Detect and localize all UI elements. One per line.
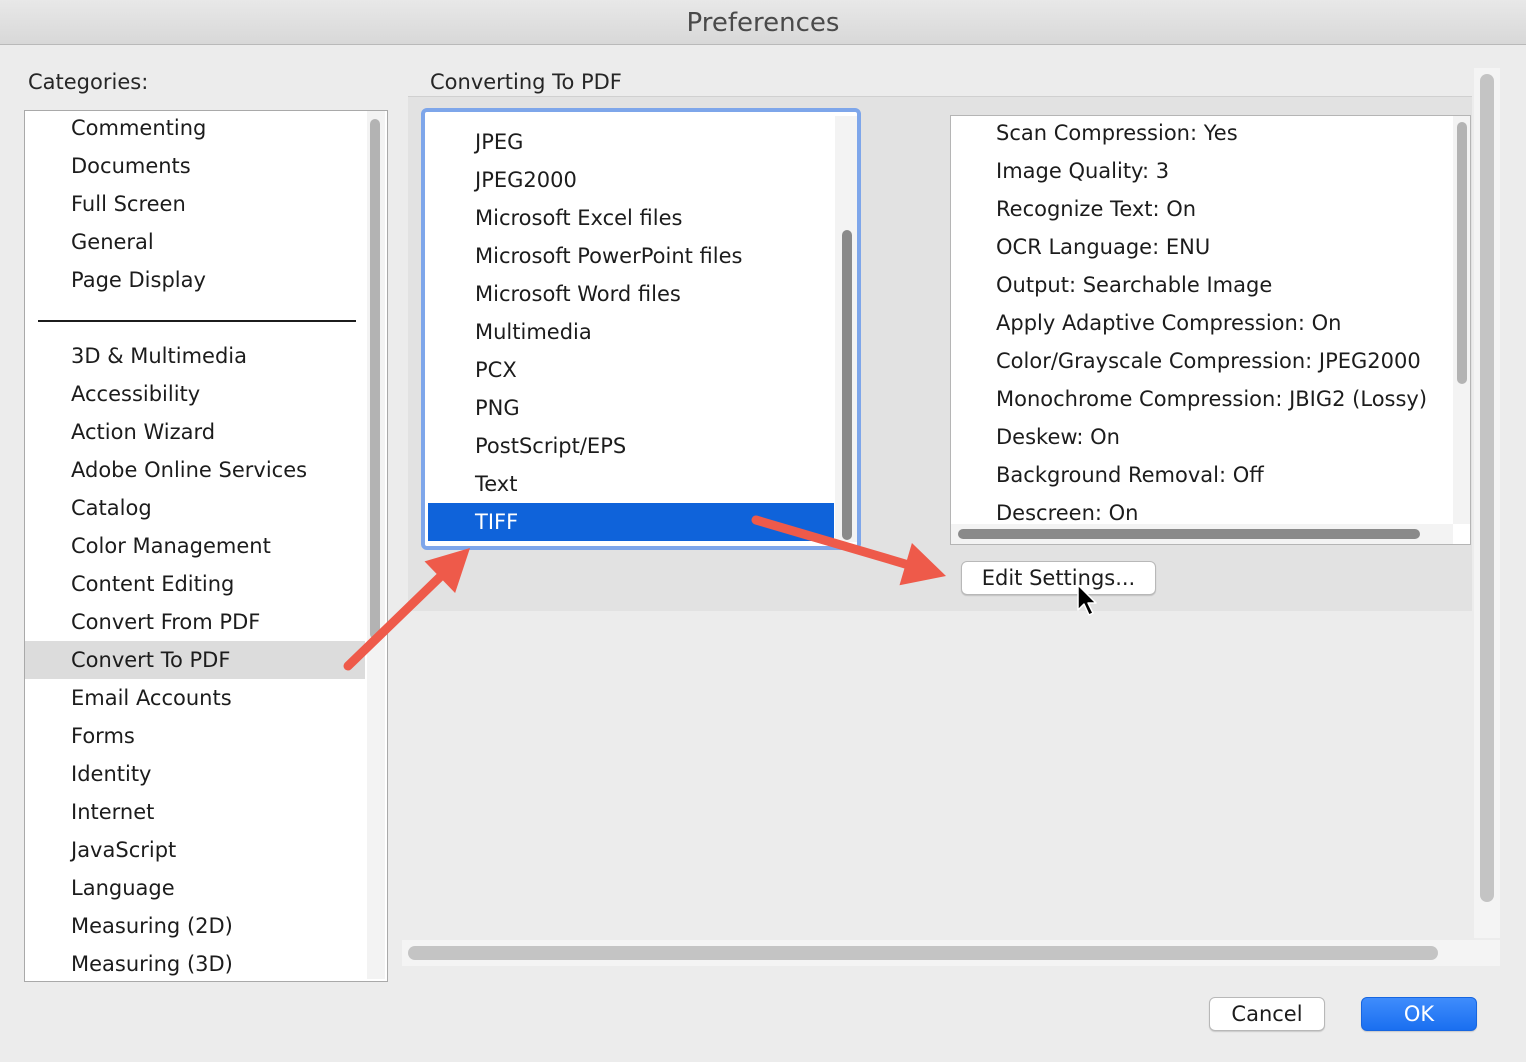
setting-summary-item: Background Removal: Off: [996, 463, 1264, 487]
category-item[interactable]: Action Wizard: [25, 413, 365, 451]
format-item[interactable]: Text: [428, 465, 834, 503]
format-scrollbar-thumb[interactable]: [842, 230, 852, 540]
ok-button[interactable]: OK: [1361, 997, 1477, 1031]
format-item[interactable]: PNG: [428, 389, 834, 427]
format-item[interactable]: Multimedia: [428, 313, 834, 351]
format-item[interactable]: Microsoft Excel files: [428, 199, 834, 237]
category-item[interactable]: Language: [25, 869, 365, 907]
settings-vertical-scrollbar[interactable]: [1453, 116, 1470, 524]
panel-vertical-scrollbar-thumb[interactable]: [1480, 74, 1494, 902]
category-item[interactable]: Commenting: [25, 111, 365, 147]
category-item[interactable]: JavaScript: [25, 831, 365, 869]
category-item[interactable]: Measuring (2D): [25, 907, 365, 945]
settings-horizontal-scrollbar[interactable]: [951, 524, 1453, 544]
format-item[interactable]: Microsoft PowerPoint files: [428, 237, 834, 275]
setting-summary-item: Scan Compression: Yes: [996, 121, 1238, 145]
category-item[interactable]: Measuring (3D): [25, 945, 365, 981]
panel-empty-area: [408, 611, 1472, 941]
categories-scrollbar[interactable]: [367, 111, 385, 979]
category-item[interactable]: Email Accounts: [25, 679, 365, 717]
settings-summary-list[interactable]: Scan Compression: Yes Image Quality: 3 Rec…: [950, 115, 1471, 545]
format-scrollbar[interactable]: [835, 116, 857, 542]
format-item[interactable]: PostScript/EPS: [428, 427, 834, 465]
category-item[interactable]: Forms: [25, 717, 365, 755]
format-item[interactable]: JPEG: [428, 123, 834, 161]
setting-summary-item: Apply Adaptive Compression: On: [996, 311, 1342, 335]
category-item[interactable]: Convert To PDF: [25, 641, 365, 679]
categories-list[interactable]: Commenting Documents Full Screen General Pag…: [24, 110, 388, 982]
category-item[interactable]: Documents: [25, 147, 365, 185]
format-item[interactable]: TIFF: [428, 503, 834, 541]
format-item[interactable]: PCX: [428, 351, 834, 389]
category-item[interactable]: 3D & Multimedia: [25, 337, 365, 375]
setting-summary-item: Deskew: On: [996, 425, 1120, 449]
category-item[interactable]: Identity: [25, 755, 365, 793]
setting-summary-item: Image Quality: 3: [996, 159, 1170, 183]
category-item[interactable]: Adobe Online Services: [25, 451, 365, 489]
setting-summary-item: Output: Searchable Image: [996, 273, 1273, 297]
setting-summary-item: Monochrome Compression: JBIG2 (Lossy): [996, 387, 1428, 411]
setting-summary-item: OCR Language: ENU: [996, 235, 1211, 259]
cancel-button[interactable]: Cancel: [1209, 997, 1325, 1031]
file-format-list[interactable]: JPEG JPEG2000 Microsoft Excel files Microso…: [421, 108, 861, 550]
setting-summary-item: Recognize Text: On: [996, 197, 1197, 221]
panel-horizontal-scrollbar[interactable]: [402, 940, 1500, 966]
category-item[interactable]: Page Display: [25, 261, 365, 299]
panel-vertical-scrollbar[interactable]: [1474, 68, 1500, 938]
category-item[interactable]: General: [25, 223, 365, 261]
setting-summary-item: Color/Grayscale Compression: JPEG2000: [996, 349, 1421, 373]
window-title: Preferences: [0, 0, 1526, 45]
category-item[interactable]: Full Screen: [25, 185, 365, 223]
panel-horizontal-scrollbar-thumb[interactable]: [408, 946, 1438, 960]
category-item[interactable]: Accessibility: [25, 375, 365, 413]
category-item[interactable]: Convert From PDF: [25, 603, 365, 641]
category-item[interactable]: Color Management: [25, 527, 365, 565]
settings-horizontal-scrollbar-thumb[interactable]: [958, 529, 1420, 539]
format-item[interactable]: JPEG2000: [428, 161, 834, 199]
category-item[interactable]: Internet: [25, 793, 365, 831]
edit-settings-button[interactable]: Edit Settings...: [961, 561, 1156, 595]
categories-scrollbar-thumb[interactable]: [370, 119, 380, 639]
format-item[interactable]: Microsoft Word files: [428, 275, 834, 313]
category-item[interactable]: Content Editing: [25, 565, 365, 603]
section-title: Converting To PDF: [430, 70, 622, 94]
categories-label: Categories:: [28, 70, 149, 94]
category-item[interactable]: Catalog: [25, 489, 365, 527]
settings-vertical-scrollbar-thumb[interactable]: [1457, 122, 1467, 384]
categories-separator: [38, 320, 356, 322]
